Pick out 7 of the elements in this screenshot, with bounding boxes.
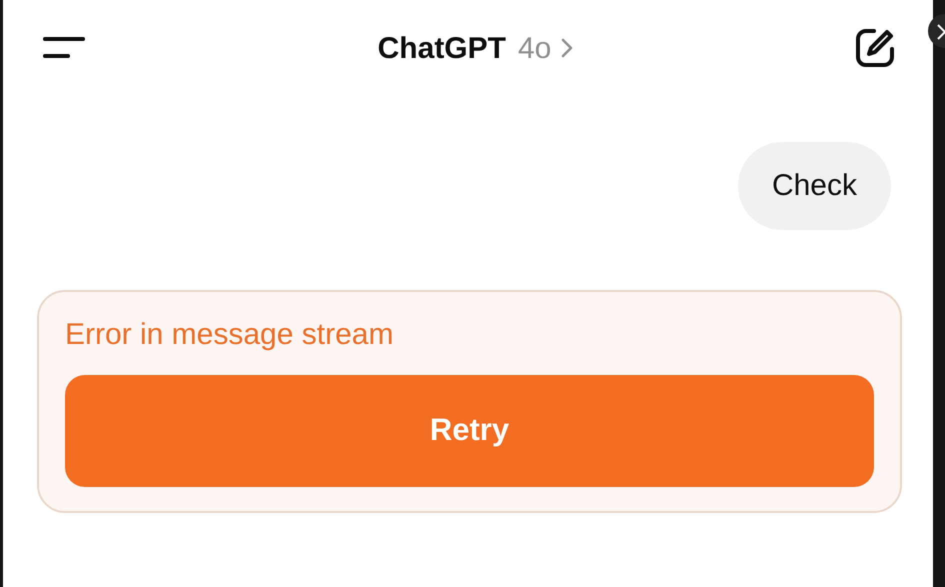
chevron-icon	[561, 38, 574, 58]
model-selector[interactable]: ChatGPT 4o	[378, 26, 574, 70]
menu-icon[interactable]	[43, 36, 85, 60]
error-message: Error in message stream	[65, 316, 394, 352]
new-chat-icon[interactable]	[854, 27, 896, 69]
user-message: Check	[738, 142, 891, 230]
close-icon[interactable]	[928, 14, 945, 48]
